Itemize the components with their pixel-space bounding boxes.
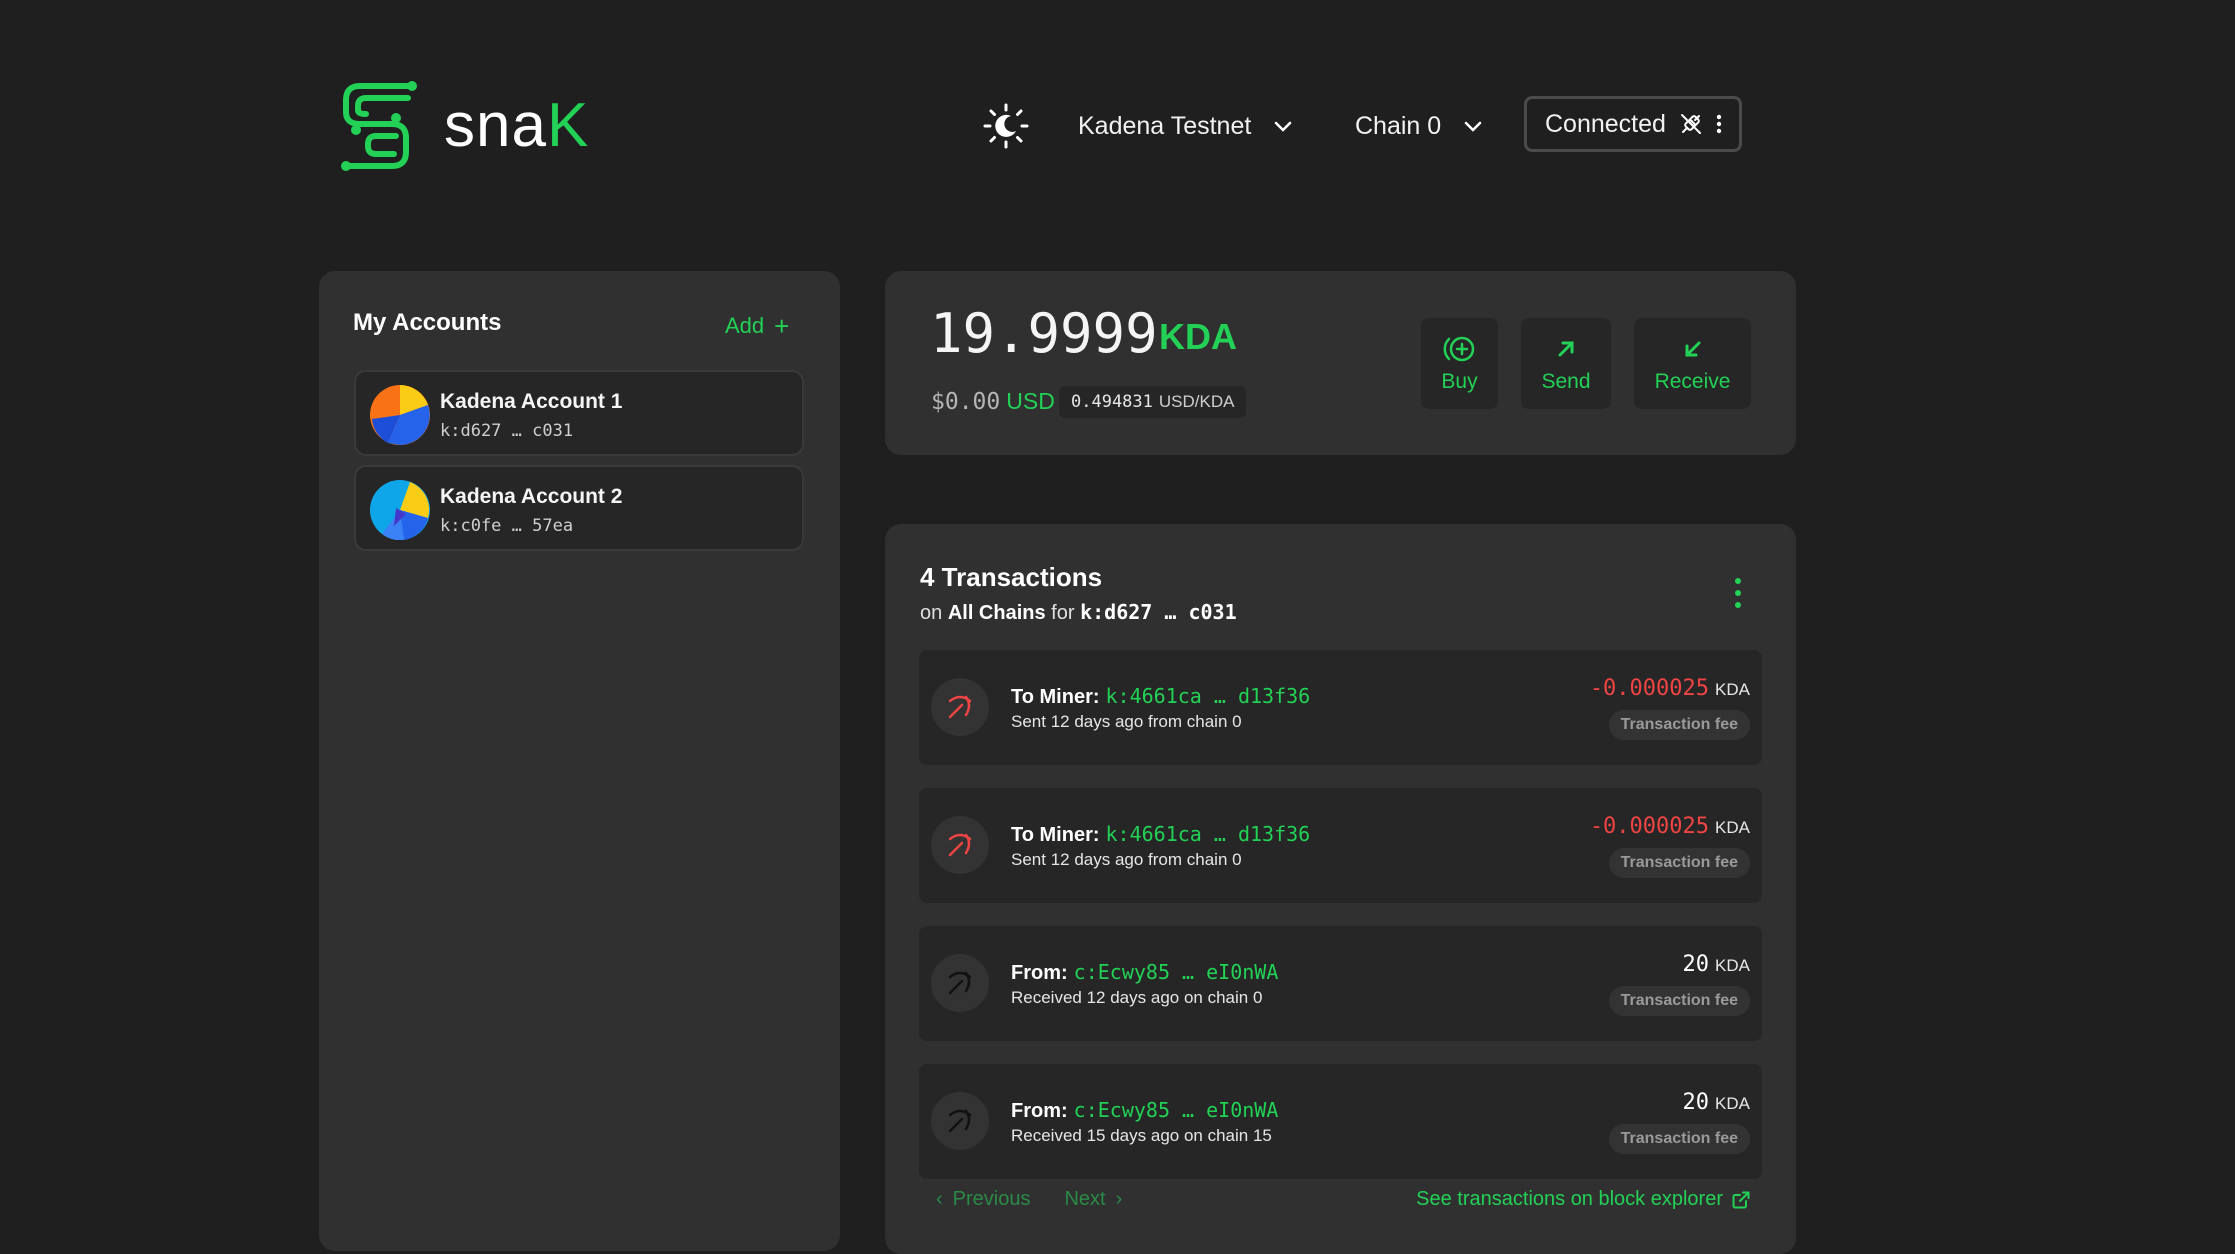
- balance-card: 19.9999 KDA $0.00 USD 0.494831 USD/KDA B…: [885, 271, 1796, 455]
- next-page-button[interactable]: Next ›: [1064, 1188, 1122, 1211]
- sub-for-text: for: [1051, 602, 1075, 624]
- transaction-row[interactable]: From: c:Ecwy85 … eI0nWA Received 15 days …: [919, 1064, 1762, 1179]
- plus-icon: +: [774, 311, 790, 341]
- snak-logo-icon: [341, 81, 417, 171]
- transaction-label: From: c:Ecwy85 … eI0nWA: [1011, 1098, 1279, 1122]
- transaction-address[interactable]: c:Ecwy85 … eI0nWA: [1074, 960, 1279, 984]
- transaction-row[interactable]: From: c:Ecwy85 … eI0nWA Received 12 days …: [919, 926, 1762, 1041]
- transaction-row[interactable]: To Miner: k:4661ca … d13f36 Sent 12 days …: [919, 788, 1762, 903]
- account-name: Kadena Account 2: [440, 485, 623, 508]
- transaction-type-badge: Transaction fee: [1608, 710, 1750, 740]
- pickaxe-icon: [931, 1092, 989, 1150]
- add-account-button[interactable]: Add +: [725, 313, 789, 339]
- transaction-meta: Received 15 days ago on chain 15: [1011, 1126, 1272, 1145]
- balance-amount: 19.9999: [930, 302, 1158, 365]
- previous-label: Previous: [952, 1188, 1031, 1210]
- avatar: [370, 480, 430, 540]
- account-name: Kadena Account 1: [440, 390, 623, 413]
- pickaxe-icon: [931, 954, 989, 1012]
- sub-chains: All Chains: [947, 602, 1046, 624]
- transaction-type-badge: Transaction fee: [1608, 986, 1750, 1016]
- pickaxe-icon: [931, 816, 989, 874]
- connection-label: Connected: [1545, 109, 1666, 138]
- buy-label: Buy: [1441, 369, 1478, 393]
- block-explorer-link[interactable]: See transactions on block explorer: [1416, 1188, 1751, 1211]
- pagination: ‹ Previous Next ›: [936, 1188, 1122, 1211]
- transaction-amount: -0.000025 KDA: [1589, 676, 1750, 701]
- connection-status-button[interactable]: Connected: [1524, 96, 1742, 152]
- external-link-icon: [1732, 1191, 1750, 1208]
- balance-usd: $0.00 USD: [931, 388, 1055, 415]
- accounts-panel: My Accounts Add + Kadena Account 1 k:d62…: [319, 271, 840, 1251]
- transaction-row[interactable]: To Miner: k:4661ca … d13f36 Sent 12 days …: [919, 650, 1762, 765]
- more-vertical-icon[interactable]: [1716, 113, 1722, 135]
- logo-wordmark: snaK: [444, 91, 590, 160]
- receive-button[interactable]: Receive: [1634, 318, 1751, 409]
- transaction-amount: 20 KDA: [1682, 1090, 1750, 1115]
- account-address: k:c0fe … 57ea: [440, 516, 574, 536]
- transactions-card: 4 Transactions on All Chains for k:d627 …: [885, 524, 1796, 1254]
- account-item[interactable]: Kadena Account 2 k:c0fe … 57ea: [354, 465, 804, 551]
- plug-connected-icon: [1680, 114, 1701, 134]
- sub-address: k:d627 … c031: [1080, 600, 1237, 624]
- sub-on-text: on: [920, 602, 943, 624]
- chevron-left-icon: ‹: [936, 1188, 943, 1210]
- more-vertical-icon[interactable]: [1728, 576, 1748, 610]
- network-selector[interactable]: Kadena Testnet: [1078, 105, 1293, 147]
- balance-unit: KDA: [1159, 316, 1237, 357]
- transactions-subtitle: on All Chains for k:d627 … c031: [920, 600, 1237, 625]
- transaction-address[interactable]: k:4661ca … d13f36: [1106, 684, 1311, 708]
- transactions-title: 4 Transactions: [920, 562, 1103, 592]
- app-logo: snaK: [338, 80, 589, 172]
- theme-toggle-button[interactable]: [978, 98, 1034, 154]
- account-item[interactable]: Kadena Account 1 k:d627 … c031: [354, 370, 804, 456]
- send-label: Send: [1541, 369, 1591, 393]
- send-arrow-icon: [1558, 341, 1574, 356]
- avatar: [370, 385, 430, 445]
- previous-page-button[interactable]: ‹ Previous: [936, 1188, 1030, 1211]
- transaction-meta: Sent 12 days ago from chain 0: [1011, 712, 1242, 731]
- transaction-type-badge: Transaction fee: [1608, 1124, 1750, 1154]
- chevron-down-icon: [1464, 121, 1482, 132]
- pickaxe-icon: [931, 678, 989, 736]
- explorer-label: See transactions on block explorer: [1416, 1188, 1723, 1210]
- theme-toggle-icon: [983, 103, 1029, 149]
- transaction-label: To Miner: k:4661ca … d13f36: [1011, 822, 1311, 846]
- chevron-right-icon: ›: [1115, 1188, 1123, 1210]
- transaction-address[interactable]: c:Ecwy85 … eI0nWA: [1074, 1098, 1279, 1122]
- transaction-amount: 20 KDA: [1682, 952, 1750, 977]
- chevron-down-icon: [1275, 121, 1292, 132]
- accounts-title: My Accounts: [353, 309, 502, 336]
- buy-button[interactable]: Buy: [1421, 318, 1498, 409]
- chain-selector[interactable]: Chain 0: [1355, 105, 1483, 147]
- buy-icon: [1443, 336, 1474, 361]
- rate-value: 0.494831: [1071, 392, 1153, 412]
- receive-label: Receive: [1654, 369, 1731, 393]
- add-account-label: Add: [725, 313, 765, 338]
- usd-value: $0.00: [931, 388, 1001, 415]
- transaction-type-badge: Transaction fee: [1608, 848, 1750, 878]
- transaction-address[interactable]: k:4661ca … d13f36: [1106, 822, 1311, 846]
- chain-label: Chain 0: [1355, 111, 1442, 140]
- send-button[interactable]: Send: [1521, 318, 1611, 409]
- account-address: k:d627 … c031: [440, 421, 574, 441]
- transaction-meta: Sent 12 days ago from chain 0: [1011, 850, 1242, 869]
- usd-label: USD: [1006, 388, 1055, 414]
- rate-unit: USD/KDA: [1158, 392, 1235, 411]
- transaction-meta: Received 12 days ago on chain 0: [1011, 988, 1263, 1007]
- network-label: Kadena Testnet: [1078, 111, 1252, 140]
- next-label: Next: [1064, 1188, 1106, 1210]
- transaction-amount: -0.000025 KDA: [1589, 814, 1750, 839]
- exchange-rate-badge: 0.494831 USD/KDA: [1059, 386, 1247, 418]
- transaction-label: From: c:Ecwy85 … eI0nWA: [1011, 960, 1279, 984]
- receive-arrow-icon: [1685, 341, 1700, 356]
- transaction-label: To Miner: k:4661ca … d13f36: [1011, 684, 1311, 708]
